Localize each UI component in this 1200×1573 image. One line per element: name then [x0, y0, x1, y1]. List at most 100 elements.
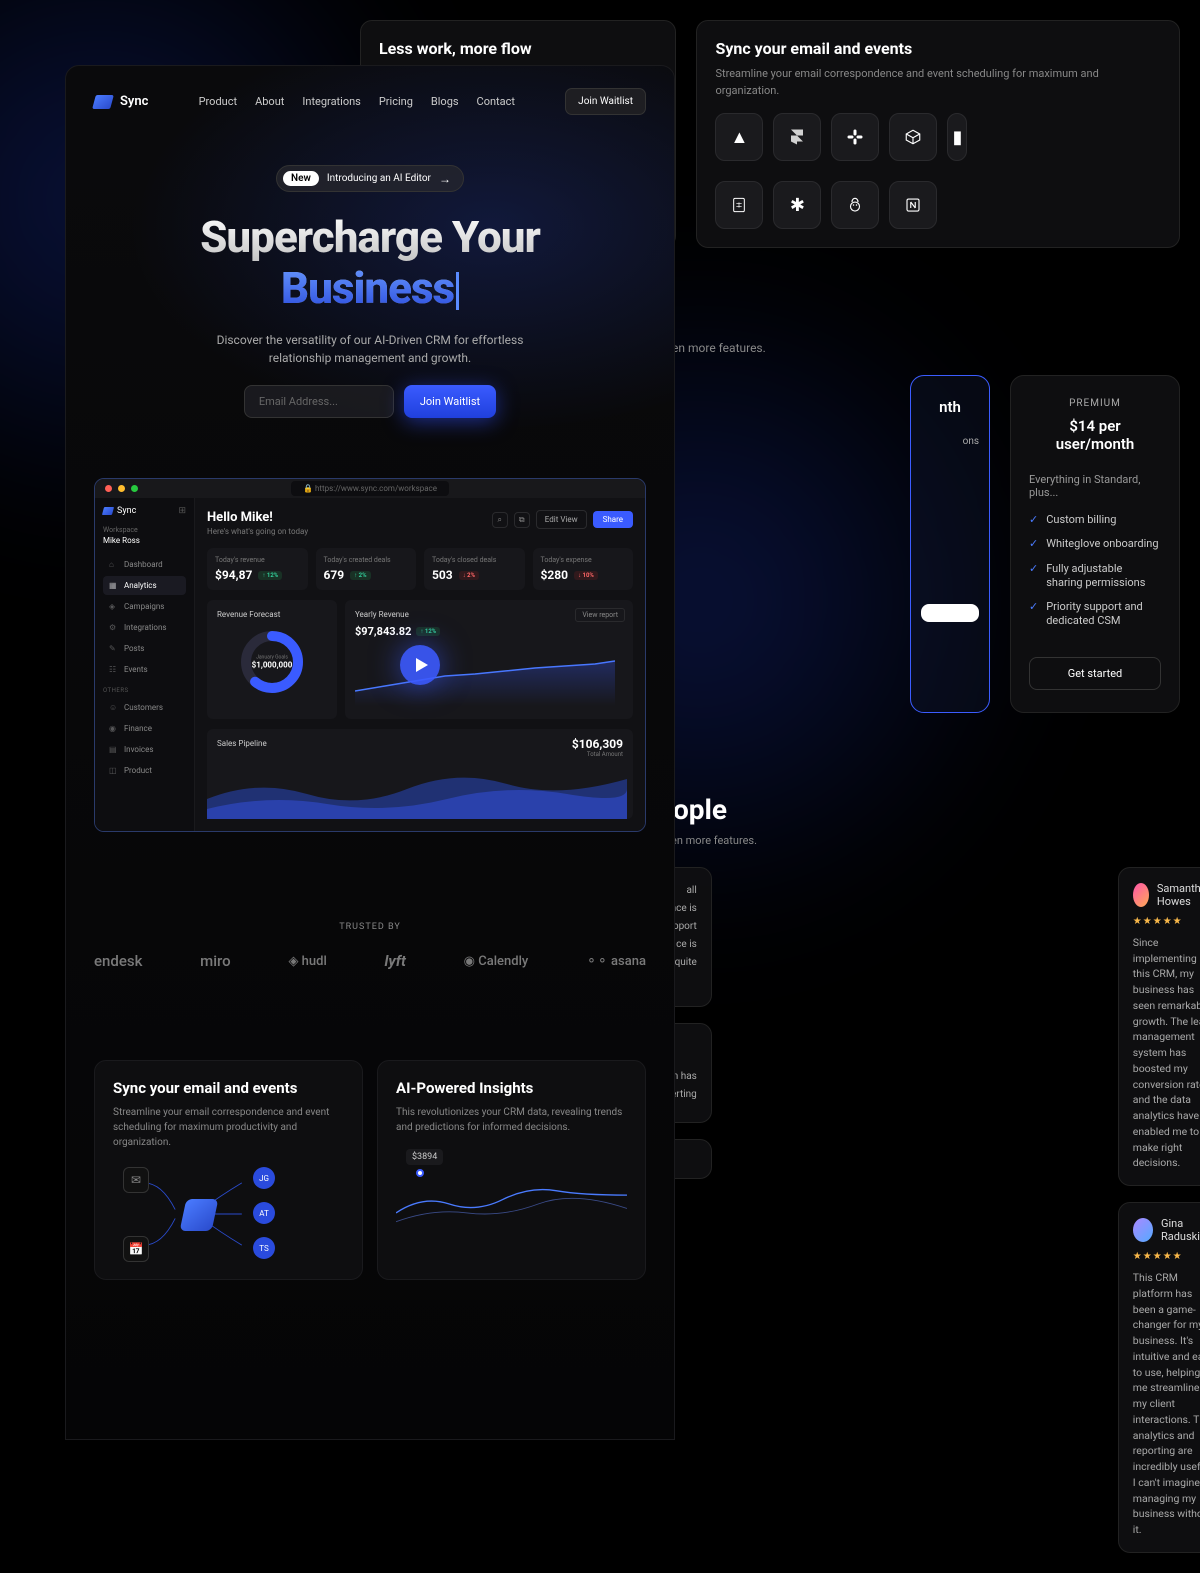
view-report-button[interactable]: View report [575, 608, 625, 622]
integration-notion-icon[interactable] [889, 181, 937, 229]
play-video-button[interactable] [400, 645, 440, 685]
star-rating: ★★★★★ [1133, 916, 1200, 927]
announcement-pill[interactable]: New Introducing an AI Editor → [276, 165, 464, 192]
join-waitlist-button[interactable]: Join Waitlist [565, 88, 646, 115]
sidebar-section: OTHERS [103, 687, 186, 694]
nav-link-pricing[interactable]: Pricing [379, 95, 413, 108]
new-badge: New [283, 171, 319, 186]
tier-label: PREMIUM [1029, 398, 1161, 409]
greeting: Hello Mike! [207, 510, 308, 525]
nav-link-product[interactable]: Product [199, 95, 237, 108]
integration-slack-icon[interactable] [831, 113, 879, 161]
logo[interactable]: Sync [94, 94, 148, 109]
testimonials-subtitle: even more features. [660, 834, 1180, 847]
card-title: Less work, more flow [379, 39, 657, 58]
join-waitlist-button[interactable]: Join Waitlist [404, 385, 496, 418]
feature-title: AI-Powered Insights [396, 1079, 627, 1097]
sidebar-item-integrations[interactable]: ⚙Integrations [103, 618, 186, 637]
pricing-card-premium: PREMIUM $14 per user/month Everything in… [1010, 375, 1180, 713]
dashboard-main: Hello Mike! Here's what's going on today… [195, 498, 645, 831]
search-icon[interactable]: ⌕ [492, 512, 508, 528]
testimonial-card: Gina Raduski ★★★★★ This CRM platform has… [1118, 1202, 1200, 1553]
sidebar-item-invoices[interactable]: ▤Invoices [103, 740, 186, 759]
integration-vercel-icon[interactable]: ▲ [715, 113, 763, 161]
nav-links: Product About Integrations Pricing Blogs… [199, 95, 515, 108]
integration-sheets-icon[interactable] [715, 181, 763, 229]
typing-cursor [456, 272, 459, 310]
edit-view-button[interactable]: Edit View [536, 510, 587, 529]
integration-framer-icon[interactable] [773, 113, 821, 161]
card-title: Sync your email and events [715, 39, 1161, 58]
sidebar-item-product[interactable]: ◫Product [103, 761, 186, 780]
workspace-label: Workspace [103, 526, 186, 534]
hero-section: New Introducing an AI Editor → Superchar… [66, 115, 674, 448]
feature-ai-card: AI-Powered Insights This revolutionizes … [377, 1060, 646, 1280]
review-text: Since implementing this CRM, my business… [1133, 935, 1200, 1171]
integration-zapier-icon[interactable]: ✱ [773, 181, 821, 229]
star-rating: ★★★★★ [1133, 1251, 1200, 1262]
waitlist-form: Join Waitlist [106, 385, 634, 418]
email-input[interactable] [244, 385, 394, 418]
pill-text: Introducing an AI Editor [327, 173, 431, 184]
nav-link-contact[interactable]: Contact [477, 95, 515, 108]
logo-icon [92, 95, 114, 109]
nav-link-blogs[interactable]: Blogs [431, 95, 459, 108]
sidebar-item-customers[interactable]: ☺Customers [103, 698, 186, 717]
avatar [1133, 883, 1149, 907]
stat-closed: Today's closed deals503↓ 2% [424, 548, 525, 590]
share-button[interactable]: Share [593, 511, 633, 528]
review-text: This CRM platform has been a game-change… [1133, 1270, 1200, 1538]
reviewer-name: Samantha Howes [1157, 882, 1200, 908]
traffic-light-close [105, 485, 112, 492]
sidebar-logo: Sync⊞ [103, 506, 186, 516]
feature-partial: ons [921, 436, 979, 586]
get-started-button[interactable]: Get started [1029, 657, 1161, 690]
nav-link-about[interactable]: About [255, 95, 284, 108]
brand-miro: miro [200, 952, 231, 970]
hero-subtitle: Discover the versatility of our AI-Drive… [190, 331, 550, 367]
mail-icon: ✉ [123, 1167, 149, 1193]
url-bar: 🔒 https://www.sync.com/workspace [291, 481, 449, 496]
price-amount: nth [921, 398, 979, 416]
navbar: Sync Product About Integrations Pricing … [66, 88, 674, 115]
greeting-sub: Here's what's going on today [207, 527, 308, 536]
nav-link-integrations[interactable]: Integrations [302, 95, 360, 108]
landing-page: Sync Product About Integrations Pricing … [65, 65, 675, 1440]
stat-revenue: Today's revenue$94,87↑ 12% [207, 548, 308, 590]
get-started-button[interactable] [921, 604, 979, 622]
pricing-subtitle: even more features. [660, 341, 1180, 355]
reviewer-name: Gina Raduski [1161, 1217, 1200, 1243]
yearly-revenue-chart: Yearly Revenue $97,843.82↑ 12% View repo… [345, 600, 633, 719]
sales-pipeline-chart: Sales Pipeline $106,309Total Amount [207, 729, 633, 819]
copy-icon[interactable]: ⧉ [514, 512, 530, 528]
check-icon: ✓ [1029, 600, 1038, 629]
stat-expense: Today's expense$280↓ 10% [533, 548, 634, 590]
tooltip-value: $3894 [406, 1149, 443, 1165]
integration-mailchimp-icon[interactable] [831, 181, 879, 229]
check-icon: ✓ [1029, 513, 1038, 527]
sidebar-item-campaigns[interactable]: ◈Campaigns [103, 597, 186, 616]
sidebar-item-dashboard[interactable]: ⌂Dashboard [103, 555, 186, 574]
pricing-heading-partial: g [640, 308, 1180, 341]
revenue-forecast-chart: Revenue Forecast January Goals$1,000,000 [207, 600, 337, 719]
trusted-by-section: TRUSTED BY endesk miro ◈ hudl lyft ◉ Cal… [66, 922, 674, 970]
feature-list: ✓Custom billing ✓Whiteglove onboarding ✓… [1029, 513, 1161, 629]
testimonials-heading: e people [620, 793, 1180, 826]
card-desc: Streamline your email correspondence and… [715, 66, 1161, 99]
sidebar-item-posts[interactable]: ✎Posts [103, 639, 186, 658]
workspace-user[interactable]: Mike Ross [103, 536, 186, 545]
sidebar-item-analytics[interactable]: ▦Analytics [103, 576, 186, 595]
includes-label: Everything in Standard, plus... [1029, 473, 1161, 499]
arrow-icon: → [439, 172, 451, 186]
hero-headline: Supercharge Your Business [106, 212, 634, 313]
check-icon: ✓ [1029, 562, 1038, 591]
feature-sync-card: Sync your email and events Streamline yo… [94, 1060, 363, 1280]
feature-desc: Streamline your email correspondence and… [113, 1105, 344, 1150]
sidebar-item-finance[interactable]: ◉Finance [103, 719, 186, 738]
sidebar-item-events[interactable]: ☷Events [103, 660, 186, 679]
integration-box-icon[interactable] [889, 113, 937, 161]
integration-more-icon[interactable]: ▮ [947, 113, 967, 161]
brand-calendly: ◉ Calendly [464, 954, 529, 969]
brand-lyft: lyft [385, 952, 406, 970]
pricing-card-standard: nth ons [910, 375, 990, 713]
